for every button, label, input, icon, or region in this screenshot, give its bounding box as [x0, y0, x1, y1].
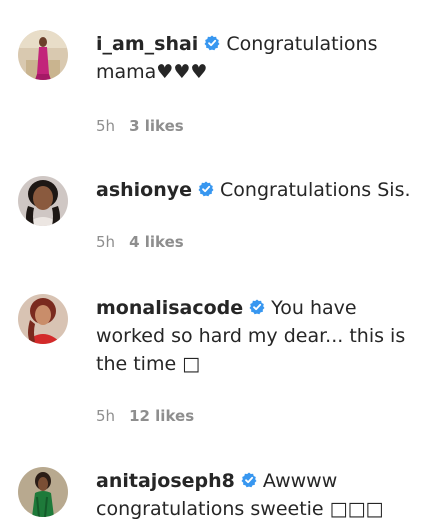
comment-username[interactable]: anitajoseph8: [96, 470, 235, 492]
comment-likes[interactable]: 3 likes: [129, 117, 184, 135]
verified-badge-icon: [249, 299, 265, 315]
verified-badge-icon: [204, 35, 220, 51]
comment-meta: 5h 4 likes: [96, 233, 184, 251]
comment-text-line: monalisacode You have worked so hard my d…: [96, 294, 426, 378]
comment-meta: 5h 12 likes: [96, 407, 194, 425]
verified-badge-icon: [198, 181, 214, 197]
comment-timestamp[interactable]: 5h: [96, 407, 115, 425]
avatar[interactable]: [18, 467, 68, 517]
comment-likes[interactable]: 12 likes: [129, 407, 194, 425]
comment-text-line: i_am_shai Congratulations mama♥♥♥: [96, 30, 426, 86]
avatar[interactable]: [18, 294, 68, 344]
comment-text-line: ashionye Congratulations Sis.: [96, 176, 426, 204]
avatar[interactable]: [18, 176, 68, 226]
avatar[interactable]: [18, 30, 68, 80]
comment-timestamp[interactable]: 5h: [96, 233, 115, 251]
comment-username[interactable]: ashionye: [96, 179, 192, 201]
comment-content: Congratulations Sis.: [220, 179, 411, 201]
comment-body: ashionye Congratulations Sis.: [96, 176, 426, 204]
comment-timestamp[interactable]: 5h: [96, 117, 115, 135]
comment-username[interactable]: monalisacode: [96, 297, 243, 319]
comment-body: i_am_shai Congratulations mama♥♥♥: [96, 30, 426, 86]
comment-body: anitajoseph8 Awwww congratulations sweeti…: [96, 467, 426, 523]
comment-username[interactable]: i_am_shai: [96, 33, 198, 55]
comment-likes[interactable]: 4 likes: [129, 233, 184, 251]
verified-badge-icon: [241, 472, 257, 488]
comment-body: monalisacode You have worked so hard my d…: [96, 294, 426, 378]
comment-meta: 5h 3 likes: [96, 117, 184, 135]
comment-text-line: anitajoseph8 Awwww congratulations sweeti…: [96, 467, 426, 523]
